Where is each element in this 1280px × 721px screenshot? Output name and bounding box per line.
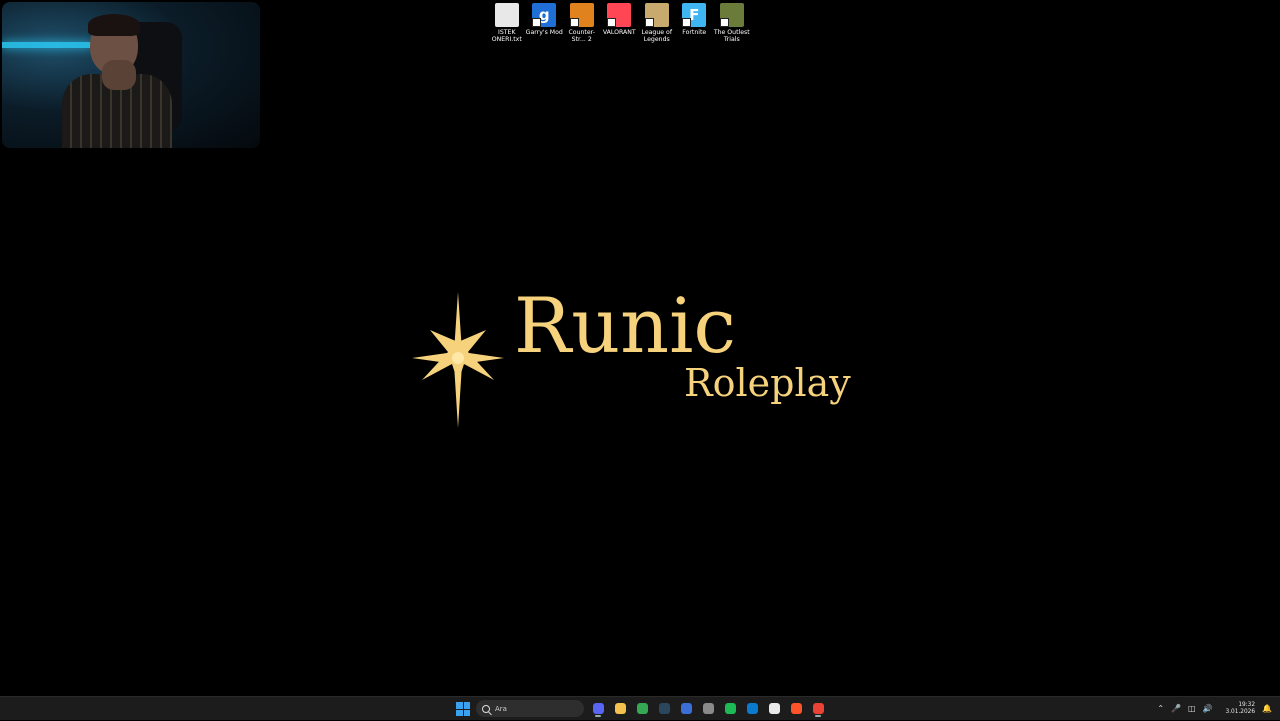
taskbar-app-notion[interactable]: [766, 700, 782, 717]
taskbar-app-spotify[interactable]: [722, 700, 738, 717]
taskbar-clock[interactable]: 19:32 3.01.2026: [1226, 702, 1256, 716]
search-placeholder: Ara: [495, 704, 507, 713]
chrome-profile-icon: [812, 703, 824, 714]
desktop-icon-label: Garry's Mod: [525, 29, 563, 36]
compass-star-icon: [412, 292, 504, 428]
fortnite-icon: F: [682, 3, 707, 27]
steam-icon: [658, 703, 670, 714]
taskbar: Ara ⌃ 🎤 ◫ 🔊 19:32 3.01.2026 🔔: [0, 696, 1280, 720]
taskbar-apps: [590, 700, 826, 717]
desktop-icon[interactable]: The Outlest Trials: [713, 3, 751, 43]
brave-icon: [790, 703, 802, 714]
logo-title: Runic: [514, 281, 736, 370]
desktop-icon[interactable]: VALORANT: [601, 3, 639, 43]
desktop-icons: ISTEK ONERI.txt g Garry's Mod Counter-Str..…: [488, 3, 751, 43]
taskbar-app-settings[interactable]: [700, 700, 716, 717]
taskbar-app-steam[interactable]: [656, 700, 672, 717]
taskbar-search[interactable]: Ara: [476, 700, 584, 717]
volume-icon[interactable]: 🔊: [1203, 705, 1213, 713]
desktop-icon-label: VALORANT: [602, 29, 636, 36]
shortcut-arrow-icon: [644, 18, 654, 27]
app-blue-icon: [680, 703, 692, 714]
desktop[interactable]: ISTEK ONERI.txt g Garry's Mod Counter-Str..…: [0, 0, 1280, 696]
taskbar-app-discord[interactable]: [590, 700, 606, 717]
file-explorer-icon: [614, 703, 626, 714]
spotify-icon: [724, 703, 736, 714]
discord-icon: [592, 703, 604, 714]
desktop-icon-label: Fortnite: [682, 29, 707, 36]
valorant-icon: [607, 3, 632, 27]
shortcut-arrow-icon: [719, 18, 729, 27]
webcam-overlay: [2, 2, 260, 148]
microphone-icon[interactable]: 🎤: [1171, 705, 1181, 713]
taskbar-app-chrome[interactable]: [634, 700, 650, 717]
search-icon: [482, 704, 490, 713]
settings-icon: [702, 703, 714, 714]
system-tray: ⌃ 🎤 ◫ 🔊 19:32 3.01.2026 🔔: [1157, 697, 1272, 721]
desktop-icon[interactable]: g Garry's Mod: [526, 3, 564, 43]
taskbar-app-chrome-profile[interactable]: [810, 700, 826, 717]
shortcut-arrow-icon: [607, 18, 617, 27]
taskbar-app-app-blue[interactable]: [678, 700, 694, 717]
desktop-icon[interactable]: Counter-Str... 2: [563, 3, 601, 43]
clock-time: 19:32: [1238, 702, 1256, 708]
shortcut-arrow-icon: [532, 18, 542, 27]
desktop-icon-label: The Outlest Trials: [713, 29, 750, 43]
desktop-icon-label: Counter-Str... 2: [568, 29, 596, 43]
counter-strike-icon: [569, 3, 594, 27]
clock-date: 3.01.2026: [1225, 709, 1256, 715]
notification-bell-icon[interactable]: 🔔: [1262, 705, 1272, 713]
chevron-up-icon[interactable]: ⌃: [1157, 705, 1164, 713]
shortcut-arrow-icon: [682, 18, 692, 27]
text-file-icon: [494, 3, 519, 27]
league-of-legends-icon: [644, 3, 669, 27]
chrome-icon: [636, 703, 648, 714]
desktop-icon[interactable]: ISTEK ONERI.txt: [488, 3, 526, 43]
taskbar-app-file-explorer[interactable]: [612, 700, 628, 717]
vscode-icon: [746, 703, 758, 714]
desktop-icon[interactable]: League of Legends: [638, 3, 676, 43]
desktop-icon-label: League of Legends: [641, 29, 673, 43]
taskbar-app-vscode[interactable]: [744, 700, 760, 717]
streamer: [62, 14, 172, 148]
logo-subtitle: Roleplay: [684, 361, 851, 405]
runic-roleplay-logo: Runic Roleplay: [408, 288, 868, 432]
shortcut-arrow-icon: [569, 18, 579, 27]
start-button[interactable]: [456, 702, 470, 716]
outlast-trials-icon: [719, 3, 744, 27]
desktop-icon-label: ISTEK ONERI.txt: [491, 29, 522, 43]
network-icon[interactable]: ◫: [1188, 705, 1196, 713]
notion-icon: [768, 703, 780, 714]
desktop-icon[interactable]: F Fortnite: [676, 3, 714, 43]
garrys-mod-icon: g: [532, 3, 557, 27]
taskbar-app-brave[interactable]: [788, 700, 804, 717]
